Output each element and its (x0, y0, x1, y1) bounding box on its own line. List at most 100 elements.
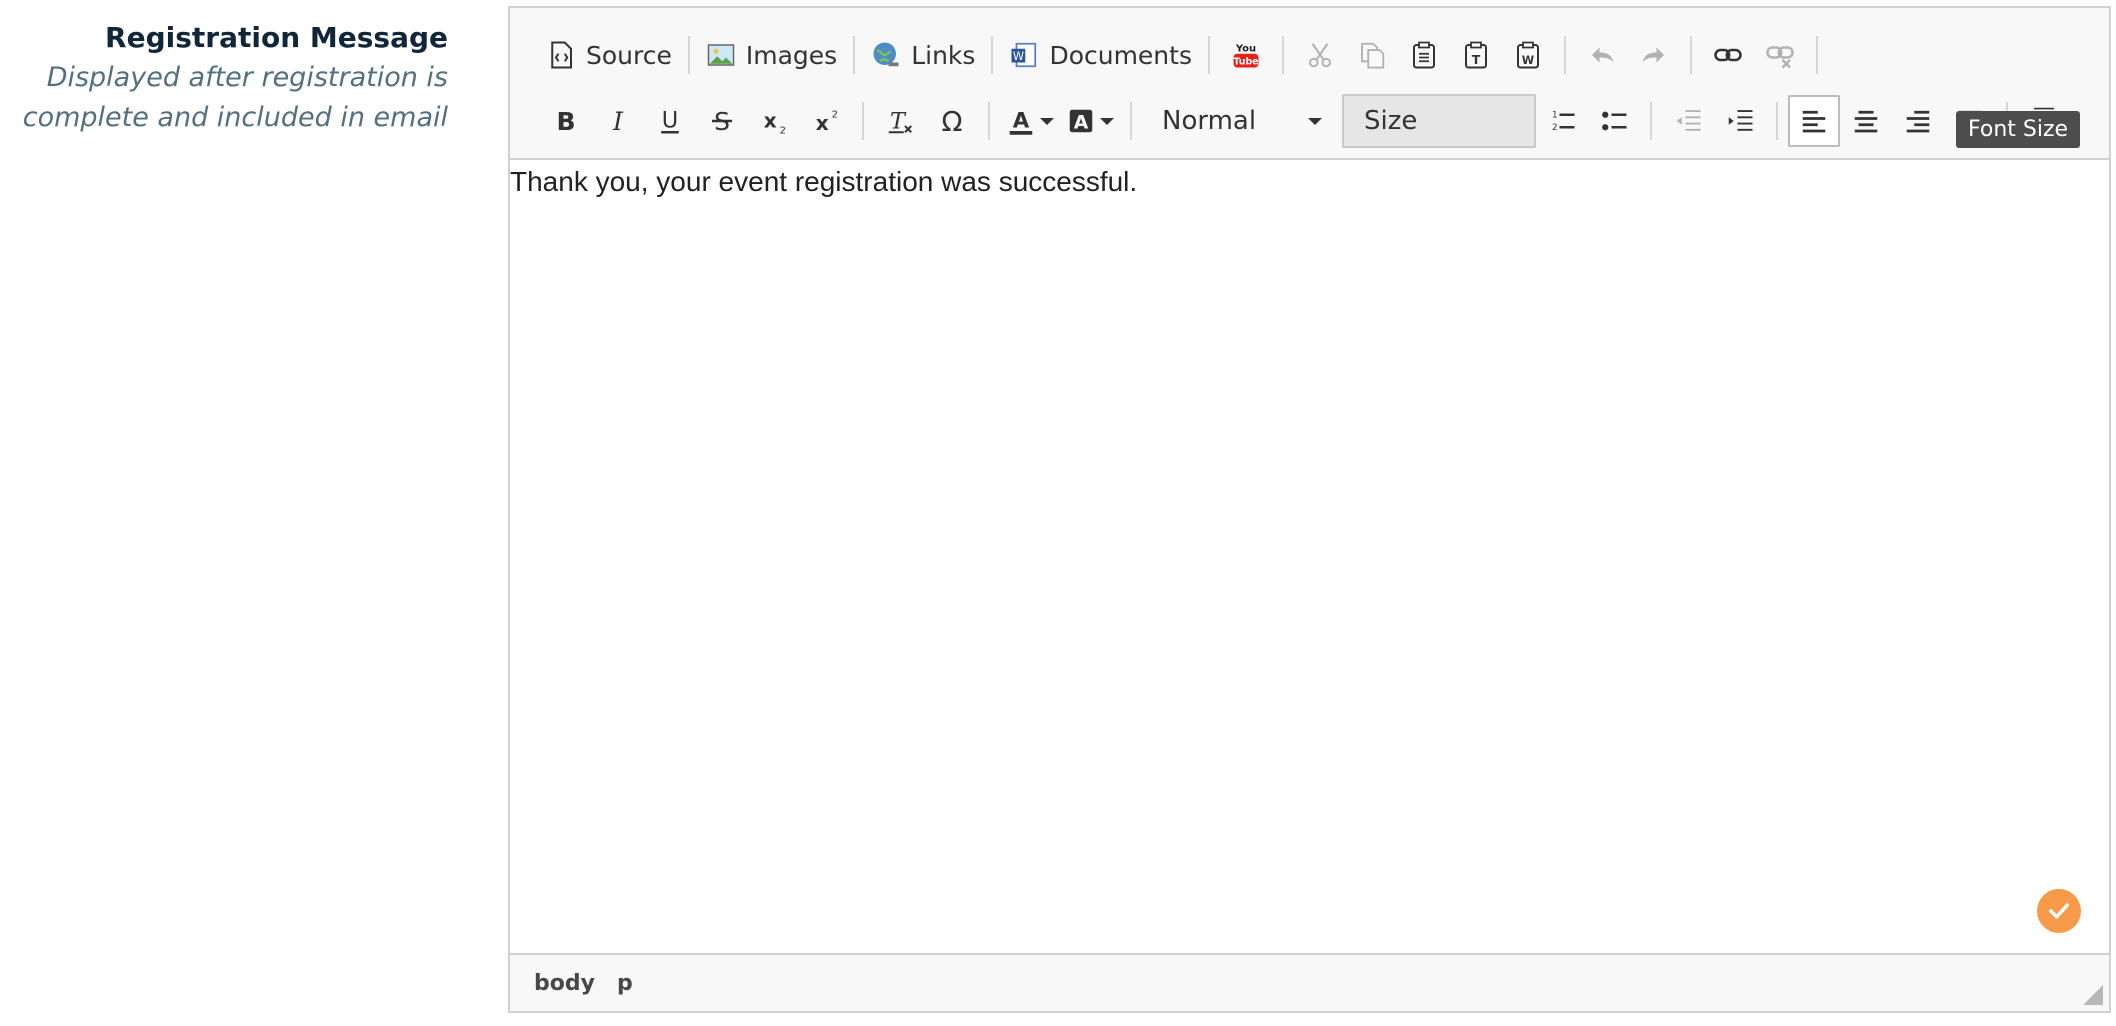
documents-button[interactable]: W Documents (1003, 29, 1198, 81)
separator (853, 36, 856, 74)
increase-indent-button[interactable] (1714, 95, 1766, 147)
copy-button[interactable] (1346, 29, 1398, 81)
status-check-icon (2037, 889, 2081, 933)
svg-text:Ω: Ω (941, 106, 962, 136)
remove-format-button[interactable]: T (874, 95, 926, 147)
strikethrough-button[interactable]: S (696, 95, 748, 147)
superscript-button[interactable]: x2 (800, 95, 852, 147)
font-size-value: Size (1364, 106, 1418, 136)
paste-text-button[interactable]: T (1450, 29, 1502, 81)
paste-icon (1412, 41, 1435, 69)
superscript-icon: x2 (816, 109, 838, 135)
rich-text-editor: Source Images Links W Documents You Tube (508, 6, 2111, 1013)
cut-button[interactable] (1294, 29, 1346, 81)
special-character-button[interactable]: Ω (926, 95, 978, 147)
numbered-list-icon: 12 (1552, 110, 1575, 133)
format-dropdown[interactable]: Normal (1142, 94, 1342, 148)
documents-label: Documents (1049, 40, 1192, 70)
globe-link-icon (873, 42, 899, 67)
paste-text-icon: T (1464, 41, 1487, 69)
unlink-button[interactable] (1754, 29, 1806, 81)
svg-text:A: A (1013, 108, 1030, 133)
field-label: Registration Message Displayed after reg… (0, 18, 448, 138)
svg-text:A: A (1074, 113, 1089, 134)
separator (1130, 102, 1132, 140)
separator (862, 102, 864, 140)
omega-icon: Ω (941, 106, 962, 136)
svg-text:U: U (662, 107, 678, 133)
checkmark-icon (2049, 903, 2069, 919)
images-button[interactable]: Images (700, 29, 843, 81)
source-button[interactable]: Source (540, 29, 678, 81)
chevron-down-icon (1040, 117, 1054, 125)
numbered-list-button[interactable]: 12 (1536, 95, 1588, 147)
content-paragraph[interactable]: Thank you, your event registration was s… (510, 166, 2109, 198)
underline-button[interactable]: U (644, 95, 696, 147)
source-icon (551, 41, 572, 69)
svg-text:2: 2 (780, 126, 786, 137)
subscript-icon: x2 (764, 108, 786, 137)
separator (1563, 36, 1566, 74)
resize-handle-icon[interactable] (2083, 985, 2103, 1005)
font-size-dropdown[interactable]: Size (1342, 94, 1536, 148)
background-color-button[interactable]: A (1060, 95, 1120, 147)
align-left-icon (1802, 110, 1826, 133)
path-item-p[interactable]: p (617, 971, 633, 996)
separator (1650, 102, 1652, 140)
align-center-button[interactable] (1840, 95, 1892, 147)
copy-icon (1361, 42, 1385, 69)
svg-text:2: 2 (832, 109, 838, 120)
svg-text:T: T (1472, 52, 1481, 67)
field-description: Displayed after registration is complete… (0, 58, 448, 138)
source-label: Source (586, 40, 672, 70)
indent-icon (1728, 110, 1753, 131)
link-button[interactable] (1702, 29, 1754, 81)
strikethrough-icon: S (712, 107, 732, 136)
separator (988, 102, 990, 140)
decrease-indent-button[interactable] (1662, 95, 1714, 147)
bulleted-list-button[interactable] (1588, 95, 1640, 147)
editor-content-area[interactable]: Thank you, your event registration was s… (510, 158, 2109, 955)
separator (687, 36, 690, 74)
chevron-down-icon (1100, 117, 1114, 125)
svg-text:You: You (1235, 43, 1256, 54)
subscript-button[interactable]: x2 (748, 95, 800, 147)
svg-text:Tube: Tube (1233, 56, 1258, 67)
text-color-button[interactable]: A (1000, 95, 1060, 147)
links-button[interactable]: Links (865, 29, 981, 81)
path-item-body[interactable]: body (534, 971, 595, 996)
paste-from-word-button[interactable]: W (1502, 29, 1554, 81)
redo-button[interactable] (1628, 29, 1680, 81)
field-description-line: complete and included in email (22, 102, 448, 133)
svg-text:W: W (1013, 50, 1024, 63)
youtube-icon: You Tube (1233, 43, 1259, 68)
redo-icon (1642, 47, 1664, 63)
editor-toolbar: Source Images Links W Documents You Tube (510, 8, 2109, 160)
svg-text:x: x (816, 111, 829, 135)
link-icon (1714, 48, 1742, 62)
field-title: Registration Message (105, 21, 448, 54)
align-right-icon (1906, 110, 1930, 133)
undo-icon (1591, 47, 1614, 63)
bold-icon: B (556, 107, 575, 136)
italic-icon: I (612, 107, 624, 136)
svg-text:1: 1 (1552, 110, 1558, 120)
paste-word-icon: W (1516, 41, 1539, 69)
svg-text:T: T (890, 109, 907, 135)
align-left-button[interactable] (1788, 95, 1840, 147)
separator (991, 36, 994, 74)
youtube-button[interactable]: You Tube (1220, 29, 1272, 81)
bold-button[interactable]: B (540, 95, 592, 147)
italic-button[interactable]: I (592, 95, 644, 147)
paste-button[interactable] (1398, 29, 1450, 81)
toolbar-row-2: B I U S x2 x2 T Ω A A Normal Size 1 2 (510, 91, 2109, 151)
undo-button[interactable] (1576, 29, 1628, 81)
chevron-down-icon (1308, 117, 1322, 125)
outdent-icon (1676, 110, 1701, 131)
align-right-button[interactable] (1892, 95, 1944, 147)
svg-text:x: x (764, 108, 777, 132)
separator (1281, 36, 1284, 74)
background-color-icon: A (1069, 109, 1093, 134)
toolbar-row-1: Source Images Links W Documents You Tube (510, 25, 2109, 85)
image-icon (707, 44, 735, 66)
